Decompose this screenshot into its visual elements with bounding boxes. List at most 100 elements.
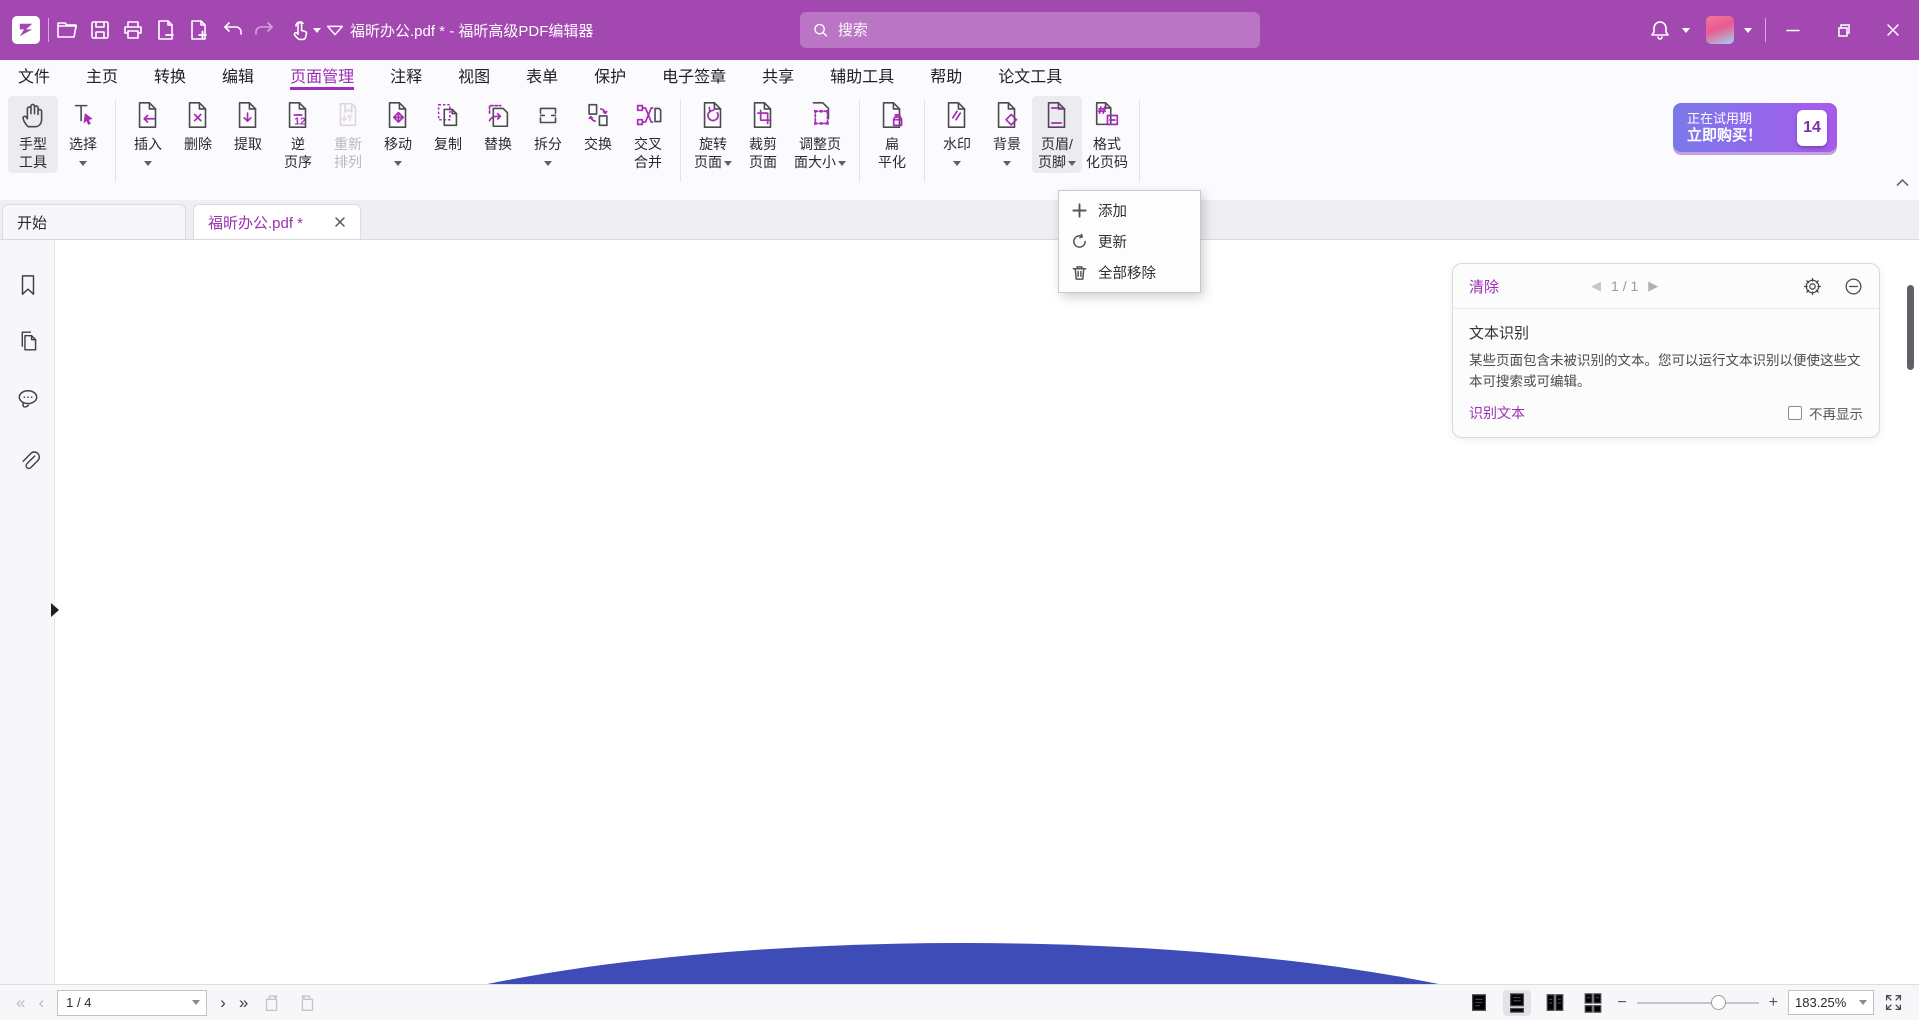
menu-help[interactable]: 帮助 [930,60,962,90]
ribbon-button-duplicate[interactable]: 复制 [423,96,473,155]
recognize-text-link[interactable]: 识别文本 [1469,403,1525,423]
menu-view[interactable]: 视图 [458,60,490,90]
ribbon-button-format-page-numbers[interactable]: 格式 化页码 [1082,96,1132,173]
save-button[interactable] [85,15,115,45]
ribbon-button-swap[interactable]: 交换 [573,96,623,155]
ribbon-button-watermark[interactable]: 水印 [932,96,982,173]
tab-start[interactable]: 开始 [2,204,186,239]
collapse-card-button[interactable] [1844,277,1863,296]
ribbon-button-reverse-order[interactable]: 12 逆 页序 [273,96,323,173]
ribbon-button-resize-pages[interactable]: 调整页 面大小 [788,96,852,173]
zoom-out-button[interactable]: − [1617,994,1626,1012]
pages-panel-button[interactable] [15,328,41,354]
menu-item-update[interactable]: 更新 [1059,226,1200,257]
undo-button[interactable] [217,15,247,45]
menu-comment[interactable]: 注释 [390,60,422,90]
zoom-slider-thumb[interactable] [1711,995,1726,1010]
continuous-view-button[interactable] [1503,990,1531,1016]
fullscreen-button[interactable] [1884,993,1903,1012]
facing-continuous-view-button[interactable] [1579,990,1607,1016]
menu-form[interactable]: 表单 [526,60,558,90]
ribbon-button-delete[interactable]: 删除 [173,96,223,155]
avatar[interactable] [1706,16,1734,44]
menu-file[interactable]: 文件 [18,60,50,90]
redo-button[interactable] [250,15,280,45]
zoom-level-box[interactable] [1788,990,1874,1015]
touch-mode-button[interactable] [283,15,313,45]
ribbon-button-insert[interactable]: 插入 [123,96,173,173]
settings-button[interactable] [1803,277,1822,296]
ribbon-label: 页脚 [1038,153,1076,171]
comments-panel-button[interactable] [15,386,41,412]
previous-view-button[interactable] [261,992,283,1014]
minimize-button[interactable] [1778,17,1808,43]
tab-document[interactable]: 福昕办公.pdf * [193,204,361,239]
vertical-scrollbar-thumb[interactable] [1907,285,1914,370]
bookmarks-panel-button[interactable] [15,272,41,298]
menu-accessibility[interactable]: 辅助工具 [830,60,894,90]
ribbon-label: 面大小 [794,153,846,171]
ribbon-button-header-footer[interactable]: 页眉/ 页脚 [1032,96,1082,173]
zoom-level-caret-icon[interactable] [1859,1000,1867,1005]
single-page-view-button[interactable] [1465,990,1493,1016]
search-input[interactable] [838,22,1248,39]
safe-mode-button[interactable] [320,15,350,45]
print-button[interactable] [118,15,148,45]
pager-next-icon[interactable]: ▶ [1648,278,1658,294]
sidebar-expand-handle[interactable] [51,603,59,617]
last-page-button[interactable]: » [239,994,248,1011]
ribbon-button-extract[interactable]: 提取 [223,96,273,155]
document-tab-bar: 开始 福昕办公.pdf * [0,200,1919,240]
menu-esign[interactable]: 电子签章 [662,60,726,90]
page-number-box[interactable] [57,990,207,1016]
trial-purchase-badge[interactable]: 正在试用期 立即购买！ 14 [1673,103,1837,152]
ribbon-button-replace[interactable]: 替换 [473,96,523,155]
close-button[interactable] [1878,17,1908,43]
add-page-button[interactable] [184,15,214,45]
delete-page-button[interactable] [151,15,181,45]
menu-item-remove-all[interactable]: 全部移除 [1059,257,1200,288]
menu-thesis-tools[interactable]: 论文工具 [998,60,1062,90]
zoom-level-input[interactable] [1795,995,1855,1010]
notifications-caret-icon[interactable] [1682,28,1690,33]
search-bar[interactable] [800,12,1260,48]
next-view-button[interactable] [296,992,318,1014]
ribbon-button-hand-tool[interactable]: 手型 工具 [8,96,58,173]
app-logo-icon[interactable] [12,16,40,44]
ribbon-button-background[interactable]: 背景 [982,96,1032,173]
menu-item-add[interactable]: 添加 [1059,195,1200,226]
menu-share[interactable]: 共享 [762,60,794,90]
page-number-input[interactable] [66,995,192,1010]
zoom-in-button[interactable]: + [1769,994,1778,1012]
clear-button[interactable]: 清除 [1469,276,1499,297]
menu-page-management[interactable]: 页面管理 [290,60,354,90]
menu-convert[interactable]: 转换 [154,60,186,90]
previous-page-button[interactable]: ‹ [38,994,44,1011]
zoom-slider-track[interactable] [1637,1002,1759,1004]
open-file-button[interactable] [52,15,82,45]
dismiss-option[interactable]: 不再显示 [1788,403,1863,423]
maximize-button[interactable] [1828,17,1858,43]
ribbon-button-flatten[interactable]: 扁 平化 [867,96,917,173]
ribbon-button-split[interactable]: 拆分 [523,96,573,173]
ribbon-button-move[interactable]: 移动 [373,96,423,173]
menu-edit[interactable]: 编辑 [222,60,254,90]
facing-view-button[interactable] [1541,990,1569,1016]
menu-home[interactable]: 主页 [86,60,118,90]
page-number-caret-icon[interactable] [192,1000,200,1005]
menu-protect[interactable]: 保护 [594,60,626,90]
ribbon-button-crop-pages[interactable]: 裁剪 页面 [738,96,788,173]
ribbon-button-rotate-pages[interactable]: 旋转 页面 [688,96,738,173]
collapse-ribbon-button[interactable] [1894,176,1910,188]
next-page-button[interactable]: › [220,994,226,1011]
pager-prev-icon[interactable]: ◀ [1591,278,1601,294]
ribbon-button-select[interactable]: 选择 [58,96,108,173]
zoom-slider[interactable] [1637,990,1759,1016]
notifications-button[interactable] [1645,15,1675,45]
attachments-panel-button[interactable] [15,446,41,472]
ribbon-button-interleave[interactable]: 交叉 合并 [623,96,673,173]
account-caret-icon[interactable] [1744,28,1752,33]
dismiss-checkbox[interactable] [1788,406,1802,420]
tab-close-button[interactable] [334,216,346,228]
first-page-button[interactable]: « [16,994,25,1011]
